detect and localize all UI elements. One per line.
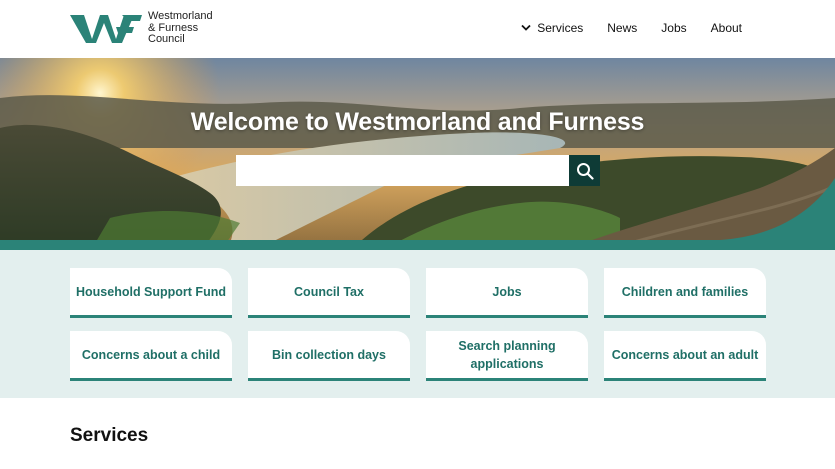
council-logo-text: Westmorland & Furness Council	[148, 10, 213, 46]
site-search	[236, 155, 600, 186]
main-nav: Services News Jobs About	[521, 21, 742, 35]
chevron-down-icon	[521, 24, 531, 31]
quick-link-concerns-about-a-child[interactable]: Concerns about a child	[70, 331, 232, 381]
nav-services[interactable]: Services	[521, 21, 583, 35]
quick-links: Household Support Fund Council Tax Jobs …	[0, 250, 835, 398]
nav-about-label: About	[710, 21, 742, 35]
logo-line-1: Westmorland	[148, 10, 213, 22]
search-icon	[576, 162, 594, 180]
quick-link-search-planning-applications[interactable]: Search planning applications	[426, 331, 588, 381]
search-button[interactable]	[569, 155, 600, 186]
quick-link-council-tax[interactable]: Council Tax	[248, 268, 410, 318]
quick-link-household-support-fund[interactable]: Household Support Fund	[70, 268, 232, 318]
quick-link-jobs[interactable]: Jobs	[426, 268, 588, 318]
nav-jobs[interactable]: Jobs	[661, 21, 686, 35]
search-input[interactable]	[236, 155, 569, 186]
quick-link-concerns-about-an-adult[interactable]: Concerns about an adult	[604, 331, 766, 381]
hero-banner: Welcome to Westmorland and Furness	[0, 58, 835, 252]
quick-link-children-and-families[interactable]: Children and families	[604, 268, 766, 318]
nav-news-label: News	[607, 21, 638, 35]
nav-services-label: Services	[537, 21, 584, 35]
logo-line-3: Council	[148, 33, 185, 45]
services-heading: Services	[70, 425, 149, 446]
council-logo-mark-icon	[70, 15, 142, 43]
site-header: Westmorland & Furness Council Services N…	[0, 0, 835, 58]
quick-link-bin-collection-days[interactable]: Bin collection days	[248, 331, 410, 381]
nav-news[interactable]: News	[607, 21, 637, 35]
nav-about[interactable]: About	[711, 21, 742, 35]
hero-title: Welcome to Westmorland and Furness	[190, 108, 645, 136]
nav-jobs-label: Jobs	[661, 21, 687, 35]
council-logo[interactable]: Westmorland & Furness Council	[70, 10, 213, 46]
